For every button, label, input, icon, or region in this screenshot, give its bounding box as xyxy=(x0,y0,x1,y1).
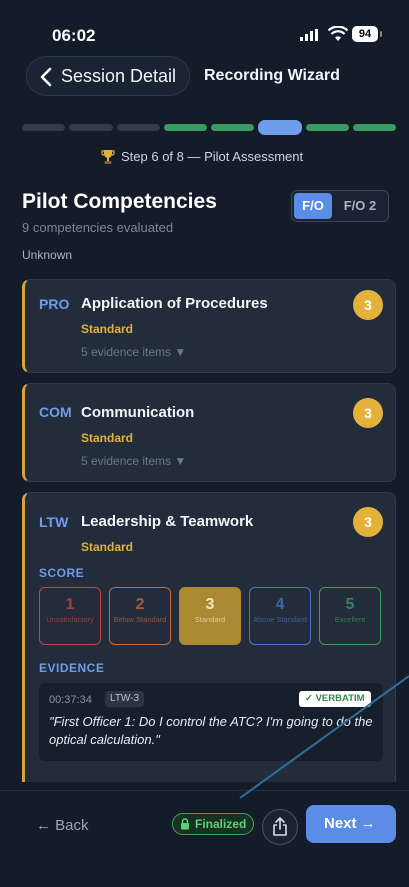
trophy-icon xyxy=(101,150,115,164)
competency-name: Application of Procedures xyxy=(81,295,268,312)
finalized-label: Finalized xyxy=(195,817,247,831)
progress-segment-7 xyxy=(305,124,349,131)
tab-fo2[interactable]: F/O 2 xyxy=(334,193,386,219)
evidence-section-label: EVIDENCE xyxy=(39,661,105,675)
progress-segment-2 xyxy=(69,124,113,131)
score-option-3[interactable]: 3 Standard xyxy=(179,587,241,645)
competency-rating: Standard xyxy=(81,322,134,336)
evidence-tag: LTW-3 xyxy=(105,691,145,707)
clock: 06:02 xyxy=(52,26,96,45)
page-title: Recording Wizard xyxy=(204,67,340,84)
competency-code: COM xyxy=(39,404,72,420)
progress-segment-8 xyxy=(352,124,396,131)
wifi-icon xyxy=(328,26,348,41)
battery-tip xyxy=(380,31,382,37)
evidence-timestamp: 00:37:34 xyxy=(49,694,92,706)
section-title: Pilot Competencies xyxy=(22,190,217,213)
score-option-label: Excellent xyxy=(334,615,366,624)
verbatim-badge: ✓ VERBATIM xyxy=(299,691,371,707)
app-screen: 06:02 94 Session Detail Recording Wizard… xyxy=(0,0,409,887)
competency-code: LTW xyxy=(39,514,69,530)
back-label: Session Detail xyxy=(61,66,177,86)
score-option-4[interactable]: 4 Above Standard xyxy=(249,587,311,645)
progress-segment-6 xyxy=(258,120,302,135)
bottom-bar: ← Back Finalized Next → xyxy=(0,790,409,887)
competency-rating: Standard xyxy=(81,540,134,554)
evidence-toggle[interactable]: 5 evidence items ▼ xyxy=(81,454,186,468)
score-option-label: Standard xyxy=(194,615,226,624)
score-option-number: 1 xyxy=(65,596,75,613)
lock-icon xyxy=(181,818,189,830)
status-bar: 06:02 94 xyxy=(0,0,409,54)
score-badge: 3 xyxy=(353,507,383,537)
score-option-label: Above Standard xyxy=(253,615,307,624)
progress-segment-3 xyxy=(116,124,160,131)
competency-name: Leadership & Teamwork xyxy=(81,513,254,530)
score-option-label: Below Standard xyxy=(113,615,167,624)
progress-segment-1 xyxy=(22,124,66,131)
competency-name: Communication xyxy=(81,404,195,421)
competency-card-ltw[interactable]: LTW Leadership & Teamwork Standard 3 SCO… xyxy=(22,492,396,782)
evidence-quote: "First Officer 1: Do I control the ATC? … xyxy=(49,714,373,747)
next-button[interactable]: Next → xyxy=(306,805,396,843)
tab-fo[interactable]: F/O xyxy=(294,193,332,219)
score-section-label: SCORE xyxy=(39,566,85,580)
competency-card-pro[interactable]: PRO Application of Procedures Standard 5… xyxy=(22,279,396,373)
score-badge: 3 xyxy=(353,290,383,320)
score-option-number: 3 xyxy=(205,596,215,613)
battery-icon: 94 xyxy=(352,26,378,42)
status-note: Unknown xyxy=(22,248,73,262)
score-option-number: 2 xyxy=(135,596,145,613)
score-option-2[interactable]: 2 Below Standard xyxy=(109,587,171,645)
back-to-session-button[interactable]: Session Detail xyxy=(26,56,190,96)
evidence-toggle[interactable]: 5 evidence items ▼ xyxy=(81,345,186,359)
finalized-badge: Finalized xyxy=(172,813,254,835)
signal-icon xyxy=(300,29,318,41)
score-option-5[interactable]: 5 Excellent xyxy=(319,587,381,645)
back-button[interactable]: ← Back xyxy=(36,817,89,834)
competency-code: PRO xyxy=(39,296,70,312)
next-evidence-item xyxy=(34,769,384,777)
competency-card-com[interactable]: COM Communication Standard 5 evidence it… xyxy=(22,383,396,482)
step-label: Step 6 of 8 — Pilot Assessment xyxy=(121,149,304,164)
competency-rating: Standard xyxy=(81,431,134,445)
share-icon xyxy=(273,817,287,836)
score-badge: 3 xyxy=(353,398,383,428)
chevron-left-icon xyxy=(40,67,52,87)
progress-segment-4 xyxy=(163,124,207,131)
score-option-number: 4 xyxy=(275,596,285,613)
progress-segment-5 xyxy=(211,124,255,131)
next-label: Next → xyxy=(324,815,376,832)
evidence-item[interactable]: 00:37:34 LTW-3 ✓ VERBATIM "First Officer… xyxy=(39,683,383,761)
share-button[interactable] xyxy=(262,809,298,845)
pilot-selector: F/O F/O 2 xyxy=(291,190,389,222)
section-subtitle: 9 competencies evaluated xyxy=(22,220,174,235)
score-option-1[interactable]: 1 Unsatisfactory xyxy=(39,587,101,645)
score-option-number: 5 xyxy=(345,596,355,613)
score-option-label: Unsatisfactory xyxy=(46,615,94,624)
